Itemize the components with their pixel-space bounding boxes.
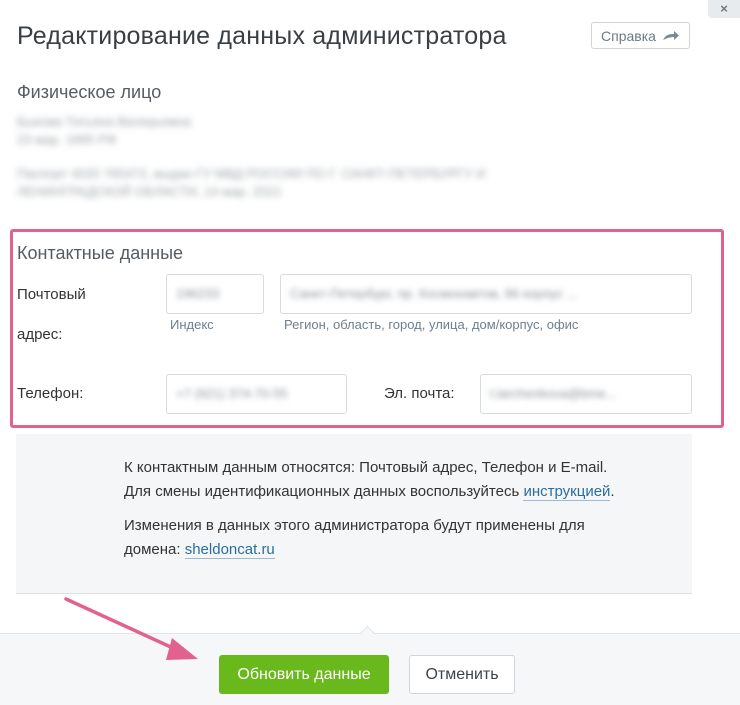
pointer-arrow-icon: [64, 597, 198, 660]
email-value: t.larchenkova@bme...: [490, 386, 617, 401]
info-line-1: К контактным данным относятся: Почтовый …: [124, 459, 608, 476]
email-label: Эл. почта:: [384, 385, 455, 402]
instruction-link[interactable]: инструкцией: [523, 483, 611, 501]
cancel-button[interactable]: Отменить: [409, 655, 515, 694]
contacts-title: Контактные данные: [17, 243, 184, 263]
passport-line-1: Паспорт 4020 765472, выдан ГУ МВД РОССИИ…: [17, 166, 486, 181]
phone-value: +7 (921) 374-70-55: [176, 386, 288, 401]
address-value: Санкт-Петербург, пр. Космонавтов, 86 кор…: [290, 286, 578, 301]
person-name: Быкова Татьяна Валерьевна: [17, 114, 191, 129]
info-line-3: Изменения в данных этого администратора …: [124, 517, 585, 534]
domain-link[interactable]: sheldoncat.ru: [184, 541, 275, 559]
dialog-title: Редактирование данных администратора: [17, 22, 507, 50]
phone-input[interactable]: +7 (921) 374-70-55: [166, 374, 347, 414]
index-value: 196233: [176, 286, 220, 301]
address-hint: Регион, область, город, улица, дом/корпу…: [284, 317, 579, 332]
arrow-right-icon: [662, 30, 679, 40]
email-input[interactable]: t.larchenkova@bme...: [480, 374, 692, 414]
index-input[interactable]: 196233: [166, 274, 264, 314]
postal-label-line1: Почтовый: [17, 286, 86, 303]
index-hint: Индекс: [170, 317, 214, 332]
info-line-2-text: Для смены идентификационных данных воспо…: [124, 483, 524, 500]
physical-person-title: Физическое лицо: [17, 82, 162, 102]
postal-label-line2: адрес:: [17, 326, 63, 343]
close-button[interactable]: ×: [708, 0, 740, 18]
info-line-2: Для смены идентификационных данных воспо…: [124, 483, 615, 501]
person-birth: 23 мар. 1995 РФ: [17, 132, 117, 147]
update-data-button[interactable]: Обновить данные: [219, 655, 389, 694]
info-line-2-suffix: .: [610, 483, 615, 500]
address-input[interactable]: Санкт-Петербург, пр. Космонавтов, 86 кор…: [280, 274, 692, 314]
passport-line-2: ЛЕНИНГРАДСКОЙ ОБЛАСТИ, 14 мар. 2021: [17, 184, 282, 199]
info-line-4: домена: sheldoncat.ru: [124, 541, 275, 559]
info-panel: [16, 434, 692, 594]
help-button-label: Справка: [601, 27, 656, 44]
help-button[interactable]: Справка: [591, 22, 690, 49]
domain-label: домена:: [124, 541, 185, 558]
phone-label: Телефон:: [17, 385, 84, 402]
